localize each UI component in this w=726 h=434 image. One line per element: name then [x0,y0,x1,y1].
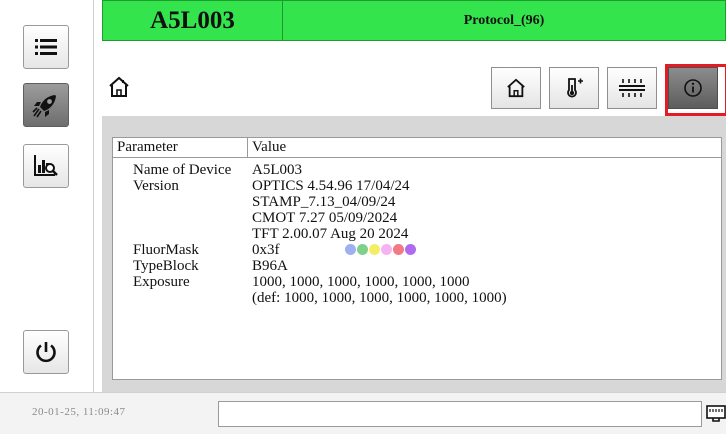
parameter-column-header: Parameter [117,139,178,155]
value-column-header: Value [252,139,287,155]
timestamp: 20-01-25, 11:09:47 [32,406,126,418]
fluor-dot [405,244,416,255]
value-cell: B96A [252,258,288,274]
power-button[interactable] [23,330,69,374]
status-bar: 20-01-25, 11:09:47 [0,392,726,434]
fluor-mask-dots [345,244,416,255]
parameter-cell: Name of Device [133,162,232,178]
table-body: Name of Device A5L003 Version OPTICS 4.54.… [113,162,721,306]
table-row: CMOT 7.27 05/09/2024 [113,210,721,226]
table-row: Name of Device A5L003 [113,162,721,178]
fluor-dot [381,244,392,255]
light-icon [619,79,645,97]
home-icon[interactable] [108,76,130,98]
thermometer-plus-icon [567,78,583,98]
rocket-icon [32,95,56,118]
sidebar [0,0,94,392]
toolbar [102,50,726,110]
value-cell: (def: 1000, 1000, 1000, 1000, 1000, 1000… [252,290,507,306]
fluor-dot [369,244,380,255]
temperature-button[interactable] [549,67,599,109]
run-button[interactable] [23,83,69,127]
value-cell: OPTICS 4.54.96 17/04/24 [252,178,410,194]
home-icon [507,78,525,98]
fluor-dot [393,244,404,255]
message-field [218,401,702,427]
parameter-cell: FluorMask [133,242,199,258]
analysis-button[interactable] [23,144,69,188]
menu-button[interactable] [23,25,69,69]
power-icon [36,342,56,363]
fluor-dot [345,244,356,255]
parameter-table: Parameter Value Name of Device A5L003 Ver… [112,137,722,380]
value-cell: 0x3f [252,242,280,258]
home-button[interactable] [491,67,541,109]
table-row: Version OPTICS 4.54.96 17/04/24 [113,178,721,194]
value-cell: A5L003 [252,162,302,178]
chart-search-icon [34,155,58,176]
table-row: TypeBlock B96A [113,258,721,274]
table-row: Exposure 1000, 1000, 1000, 1000, 1000, 10… [113,274,721,290]
column-divider [247,138,248,158]
fluor-dot [357,244,368,255]
table-row: (def: 1000, 1000, 1000, 1000, 1000, 1000… [113,290,721,306]
parameter-cell: TypeBlock [133,258,199,274]
parameter-cell: Exposure [133,274,190,290]
table-row: STAMP_7.13_04/09/24 [113,194,721,210]
menu-icon [35,39,57,55]
device-title: A5L003 [102,0,283,41]
value-cell: TFT 2.00.07 Aug 20 2024 [252,226,409,242]
protocol-title: Protocol_(96) [283,0,726,41]
parameter-cell: Version [133,178,179,194]
table-header: Parameter Value [113,138,721,158]
value-cell: 1000, 1000, 1000, 1000, 1000, 1000 [252,274,470,290]
selection-highlight [665,64,726,116]
value-cell: STAMP_7.13_04/09/24 [252,194,396,210]
table-row: TFT 2.00.07 Aug 20 2024 [113,226,721,242]
network-port-icon[interactable] [706,405,726,423]
value-cell: CMOT 7.27 05/09/2024 [252,210,398,226]
table-row: FluorMask 0x3f [113,242,721,258]
light-button[interactable] [607,67,657,109]
